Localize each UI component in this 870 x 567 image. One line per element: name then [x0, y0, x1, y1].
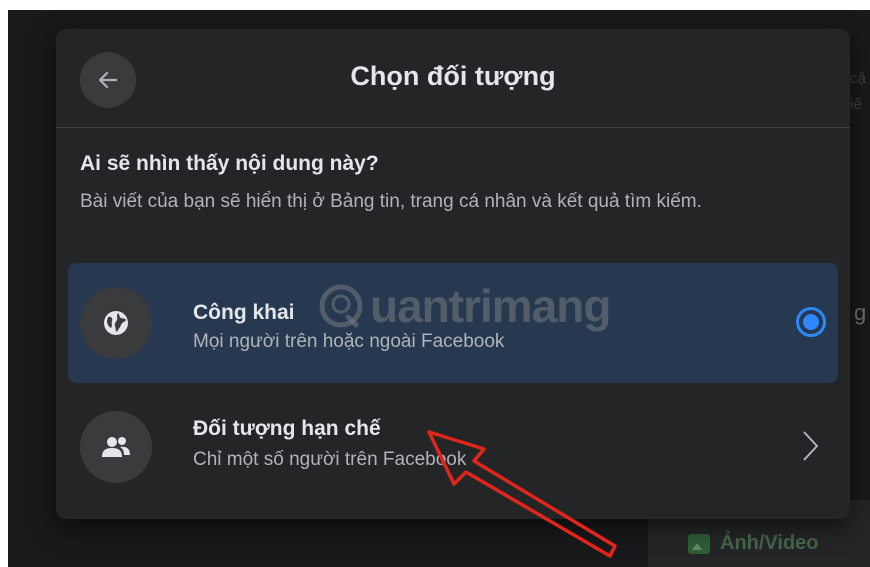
screenshot-frame: cậ iế g Ảnh/Video Chọn đối tượng Ai sẽ n… [8, 10, 870, 567]
people-icon [102, 437, 130, 457]
option-public-subtitle: Mọi người trên hoặc ngoài Facebook [193, 331, 505, 352]
option-public-title: Công khai [193, 301, 295, 324]
radio-selected-dot [803, 314, 819, 330]
background-text-2: iế [850, 96, 862, 113]
audience-dialog: Chọn đối tượng Ai sẽ nhìn thấy nội dung … [56, 29, 850, 519]
option-restricted-title: Đối tượng hạn chế [193, 417, 381, 440]
background-partial-letter: g [854, 300, 867, 325]
option-public[interactable]: Công khai Mọi người trên hoặc ngoài Face… [68, 263, 838, 383]
option-restricted-icon-circle [80, 411, 152, 483]
dialog-header: Chọn đối tượng [56, 29, 850, 128]
chevron-right-icon [803, 431, 819, 461]
photo-video-label: Ảnh/Video [720, 532, 819, 554]
option-restricted[interactable]: Đối tượng hạn chế Chỉ một số người trên … [68, 387, 838, 507]
audience-description: Bài viết của bạn sẽ hiển thị ở Bảng tin,… [80, 191, 702, 212]
photo-icon [688, 533, 710, 554]
option-public-radio[interactable] [796, 307, 826, 337]
globe-icon [104, 311, 128, 335]
option-public-icon-circle [80, 287, 152, 359]
option-restricted-subtitle: Chỉ một số người trên Facebook [193, 449, 467, 470]
background-text-1: cậ [850, 70, 866, 87]
audience-question: Ai sẽ nhìn thấy nội dung này? [80, 152, 379, 175]
photo-video-button[interactable]: Ảnh/Video [688, 532, 819, 555]
dialog-title: Chọn đối tượng [350, 61, 556, 91]
